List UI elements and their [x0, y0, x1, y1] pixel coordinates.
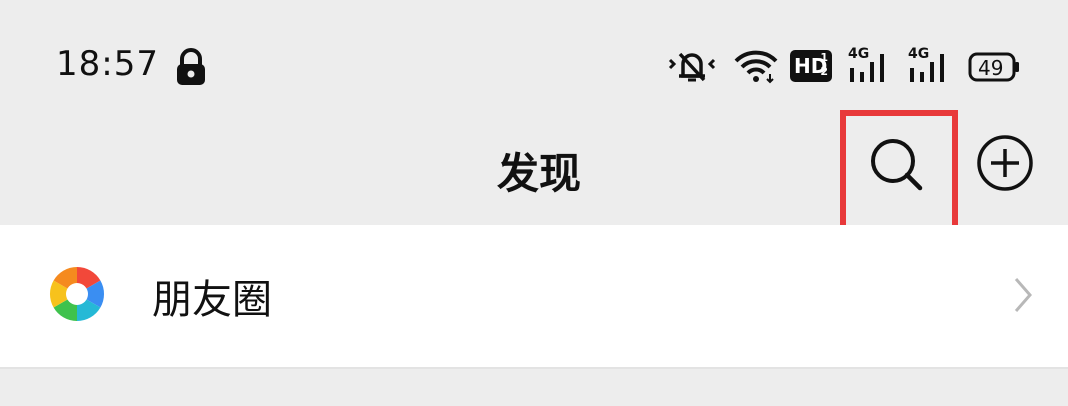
moments-label: 朋友圈	[152, 277, 272, 323]
status-icons: HD 1 2 4G 4G 49	[668, 46, 1028, 86]
lock-icon	[177, 48, 205, 85]
status-time: 18:57	[56, 44, 159, 84]
hd-sub-top: 1	[820, 51, 828, 64]
hd-voice-icon: HD 1 2	[790, 50, 832, 82]
battery-icon: 49	[968, 52, 1020, 82]
chevron-right-icon	[1014, 278, 1032, 312]
vibrate-mute-icon	[668, 52, 716, 82]
add-icon[interactable]	[974, 132, 1036, 194]
moments-icon	[49, 267, 105, 321]
signal-icon-sim2: 4G	[908, 46, 956, 86]
moments-row[interactable]: 朋友圈	[0, 225, 1068, 367]
signal-icon-sim1: 4G	[848, 46, 896, 86]
status-bar: 18:57 HD 1 2 4G 4G 49	[0, 0, 1068, 110]
wifi-icon	[734, 50, 778, 84]
hd-sub-bottom: 2	[820, 65, 828, 78]
divider	[0, 367, 1068, 369]
battery-level: 49	[978, 56, 1004, 80]
